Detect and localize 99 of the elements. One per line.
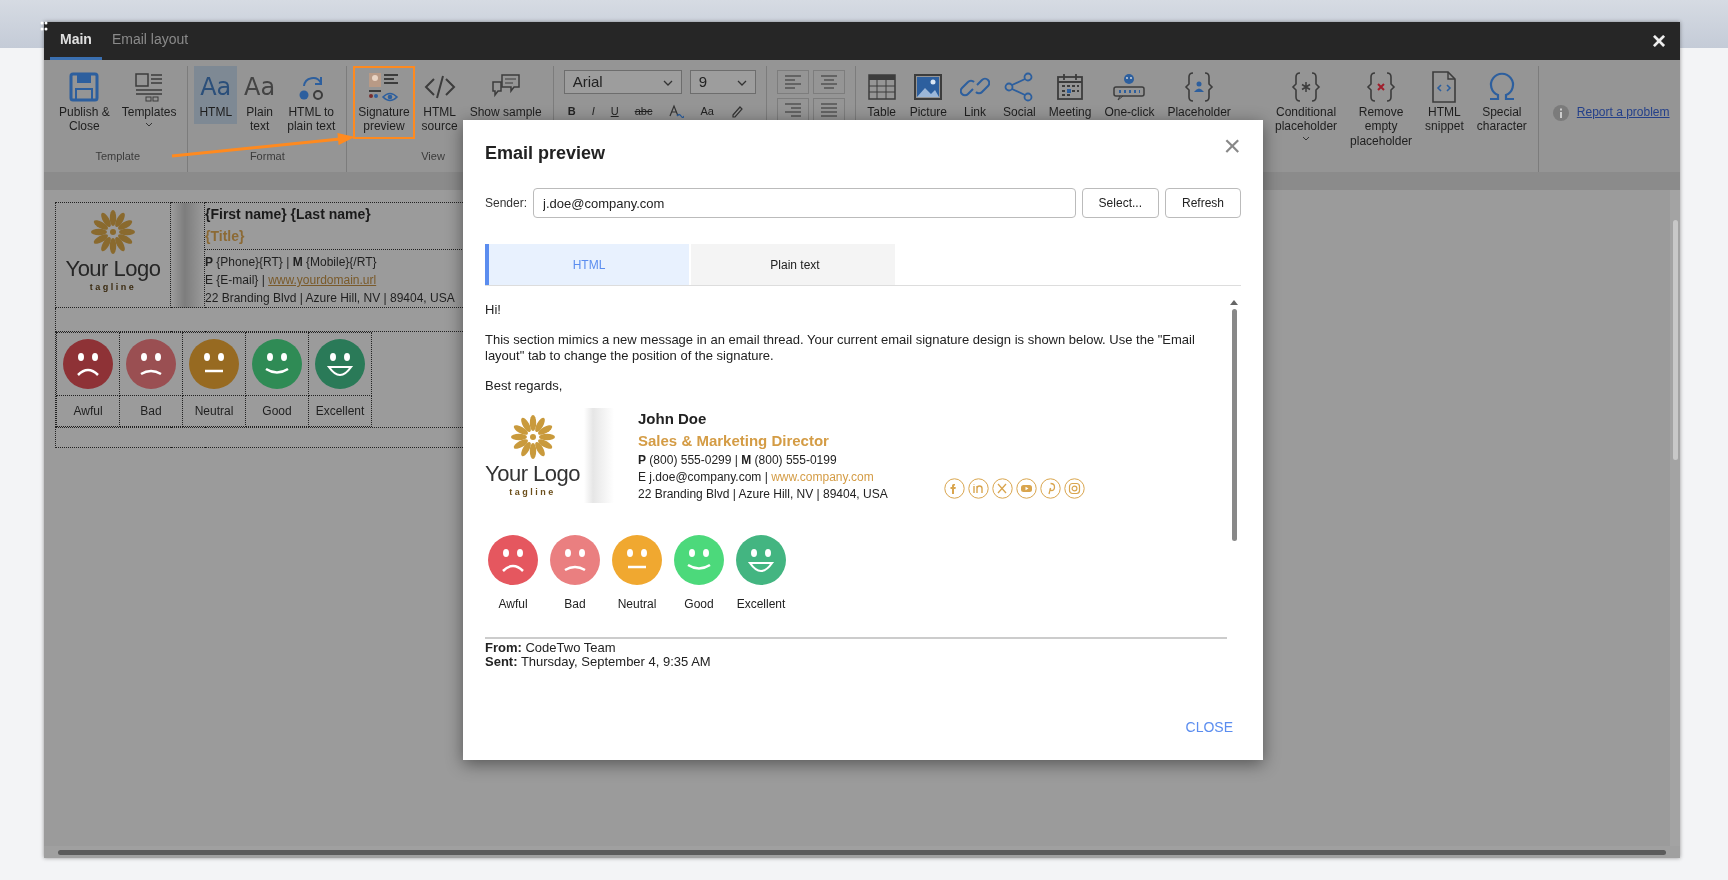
format-button[interactable]: I: [587, 102, 599, 120]
ribbon-button[interactable]: Conditional placeholder: [1270, 66, 1343, 148]
align-icon: [782, 74, 803, 90]
ribbon-button[interactable]: Meeting: [1043, 66, 1097, 125]
rating-label: Good: [262, 404, 292, 418]
rating-label: Excellent: [315, 404, 365, 418]
survey-icon: [1112, 72, 1147, 102]
calendar-icon: [1055, 72, 1086, 102]
close-button[interactable]: ×: [1638, 22, 1680, 60]
share-icon: [1004, 72, 1035, 102]
info-icon: [1552, 104, 1569, 121]
scroll-up-icon: [1230, 300, 1238, 305]
contact-line: E j.doe@company.com | www.company.com: [638, 469, 875, 486]
ribbon-button[interactable]: Social: [998, 66, 1041, 125]
layout-icon: [134, 72, 165, 102]
dialog-button[interactable]: Refresh: [1164, 188, 1241, 218]
social-media-icon: [1063, 478, 1085, 499]
name-text: {First name} {Last name}: [205, 205, 372, 224]
rating-label: Excellent: [736, 596, 786, 613]
font-dropdown[interactable]: Arial: [563, 70, 682, 94]
scrollbar[interactable]: [44, 846, 1680, 858]
close-button[interactable]: CLOSE: [1177, 711, 1241, 744]
contact-line: P (800) 555-0299 | M (800) 555-0199: [638, 452, 838, 469]
ribbon-button[interactable]: Table: [861, 66, 902, 125]
align-icon: [818, 102, 839, 118]
format-button[interactable]: U: [606, 102, 623, 120]
ribbon-button[interactable]: Placeholder: [1162, 66, 1236, 125]
message-text: This section mimics a new message in an email thread. Your current email signature design is shown below. Use the "Email layout" tab to change the position of the signature.: [485, 332, 1196, 364]
ribbon-button[interactable]: Special character: [1471, 66, 1532, 139]
message-text: Hi!: [485, 302, 502, 318]
rating-label: Bad: [564, 596, 586, 613]
contact-line: P {Phone}{RT} | M {Mobile}{/RT}: [205, 254, 378, 271]
preview-tab[interactable]: Plain text: [691, 244, 895, 285]
sender-field[interactable]: j.doe@company.com: [533, 188, 1076, 218]
format-button[interactable]: Aa: [696, 102, 718, 120]
reply-header-line: Sent: Thursday, September 4, 9:35 AM: [485, 655, 712, 669]
ribbon-button[interactable]: HTML snippet: [1420, 66, 1469, 139]
name-text: John Doe: [638, 409, 708, 429]
chevron-icon: [736, 79, 747, 86]
ribbon-button[interactable]: One-click: [1099, 66, 1160, 125]
ribbon-button[interactable]: Aa HTML: [194, 66, 238, 125]
format-button[interactable]: abc: [630, 102, 657, 120]
font-color-icon: [668, 104, 685, 118]
logo-tagline: tagline: [89, 281, 137, 293]
preview-tab[interactable]: HTML: [485, 244, 689, 285]
flower-logo-icon: [88, 207, 138, 257]
rating-label: Awful: [73, 404, 103, 418]
rating-label: Good: [684, 596, 714, 613]
social-media-icon: [1039, 478, 1061, 499]
align-icon: [782, 102, 803, 118]
placeholder-icon: [1184, 70, 1215, 104]
ribbon-button[interactable]: HTML source: [416, 66, 463, 139]
ribbon-button[interactable]: Remove empty placeholder: [1345, 66, 1418, 154]
rating-label: Awful: [498, 596, 528, 613]
ribbon-button[interactable]: Aa Plain text: [239, 66, 281, 139]
field-label: Sender:: [485, 195, 528, 212]
close-button[interactable]: ×: [1217, 130, 1247, 162]
picture-icon: [913, 72, 944, 102]
social-media-icon: [967, 478, 989, 499]
address-text: 22 Branding Blvd | Azure Hill, NV | 89404, USA: [205, 290, 456, 307]
group-label: View: [420, 148, 445, 164]
ribbon-tab[interactable]: Email layout: [101, 22, 199, 60]
pen-icon: [729, 104, 744, 118]
ribbon-button[interactable]: Link: [955, 66, 996, 125]
rating-label: Bad: [140, 404, 162, 418]
reply-header-line: From: CodeTwo Team: [485, 641, 617, 655]
dialog-button[interactable]: Select...: [1081, 188, 1159, 218]
social-media-icon: [943, 478, 965, 499]
title-text: {Title}: [205, 227, 246, 246]
message-text: Best regards,: [485, 378, 564, 394]
format-button[interactable]: B: [563, 102, 580, 120]
asterisk-braces-icon: [1291, 70, 1321, 104]
save-icon: [69, 72, 100, 102]
social-media-icon: [991, 478, 1013, 499]
group-label: Template: [95, 148, 140, 164]
table-icon: [866, 72, 897, 102]
font-size-dropdown[interactable]: 9: [689, 70, 756, 94]
ribbon-button[interactable]: Show sample: [464, 66, 547, 125]
report-link[interactable]: Report a problem: [1576, 103, 1670, 121]
dialog-title: Email preview: [485, 142, 606, 165]
align-icon: [818, 74, 839, 90]
ribbon-button[interactable]: Signature preview: [353, 66, 415, 139]
remove-braces-icon: [1366, 70, 1397, 104]
address-text: 22 Branding Blvd | Azure Hill, NV | 89404, USA: [638, 486, 888, 503]
ribbon-button[interactable]: Templates: [116, 66, 182, 134]
ribbon-button[interactable]: HTML to plain text: [282, 66, 341, 139]
chevron-icon: [662, 79, 673, 86]
scrollbar[interactable]: [1670, 190, 1680, 846]
title-text: Sales & Marketing Director: [638, 431, 830, 451]
social-media-icon: [1015, 478, 1037, 499]
logo-tagline: tagline: [509, 486, 556, 498]
ribbon-button[interactable]: Publish & Close: [54, 66, 115, 139]
logo-text: Your Logo: [485, 462, 580, 486]
group-label: Format: [249, 148, 285, 164]
code-file-icon: [1430, 70, 1459, 104]
signature-card-icon: [366, 71, 401, 103]
rating-label: Neutral: [617, 596, 657, 613]
logo-text: Your Logo: [65, 257, 161, 281]
rating-label: Neutral: [194, 404, 234, 418]
